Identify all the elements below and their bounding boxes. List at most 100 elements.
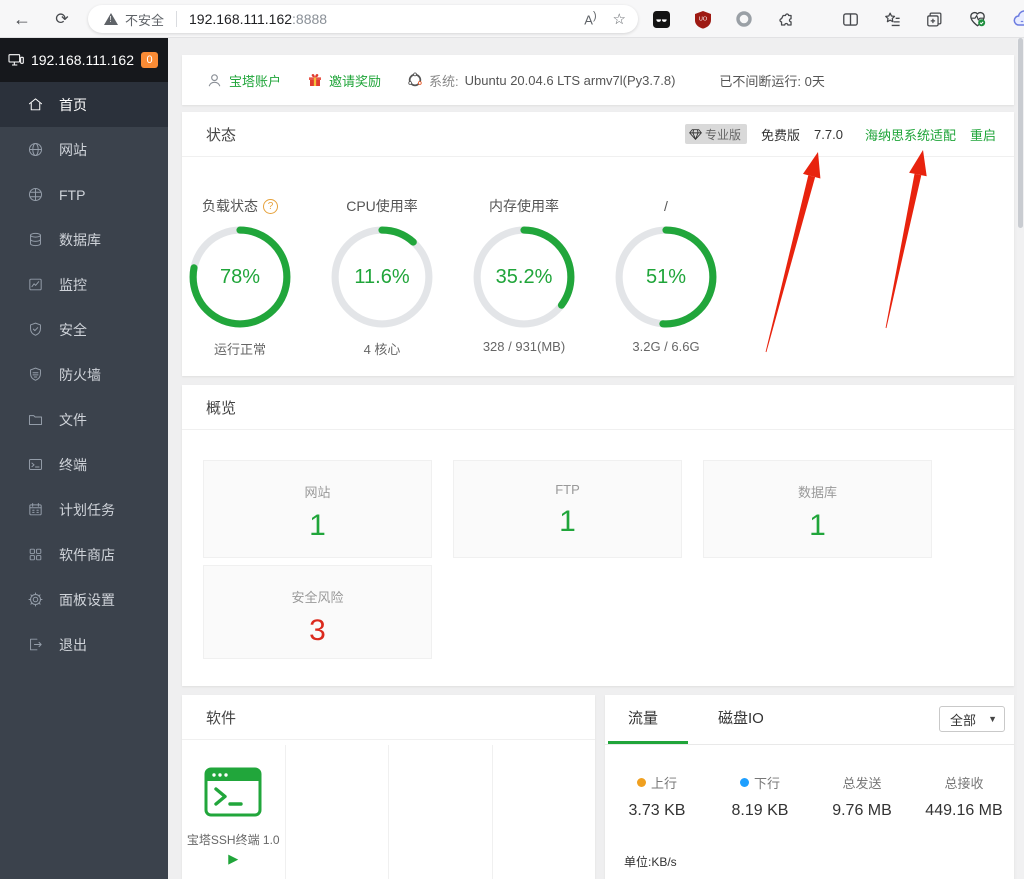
sidebar-item-website[interactable]: 网站 [0,127,168,172]
stat-total-received: 总接收 449.16 MB [914,773,1014,820]
server-ip: 192.168.111.162 [31,52,134,68]
scrollbar-track[interactable] [1017,38,1024,879]
database-icon [27,231,44,248]
restart-link[interactable]: 重启 [970,125,996,144]
software-cell-empty [493,745,596,879]
main-content: 宝塔账户 邀请奖励 系统: Ubuntu 20.04.6 LTS armv7l(… [168,38,1024,879]
card-ftp[interactable]: FTP 1 [453,460,682,558]
extensions-puzzle-icon[interactable] [776,10,795,29]
load-help-icon[interactable]: ? [263,199,278,214]
url-host[interactable]: 192.168.111.162:8888 [189,11,327,27]
read-aloud-icon[interactable]: A) [584,10,596,27]
server-monitor-icon [8,52,24,68]
stat-downstream: 下行 8.19 KB [710,773,810,820]
downstream-dot-icon [740,778,749,787]
favorite-star-icon[interactable]: ☆ [613,10,626,28]
extension-icons-row: UO [646,0,1024,38]
uptime-label: 已不间断运行: 0天 [719,71,824,90]
sidebar-item-security[interactable]: 安全 [0,307,168,352]
security-label[interactable]: 不安全 [125,10,164,29]
traffic-panel: 流量 磁盘IO 全部 ▼ 上行 3.73 KB 下行 8.19 KB 总发送 9… [605,695,1014,879]
ssh-terminal-icon[interactable] [204,767,262,817]
software-title: 软件 [206,707,236,728]
sidebar-item-files[interactable]: 文件 [0,397,168,442]
gear-icon [27,591,44,608]
globe-lines-icon [27,186,44,203]
folder-icon [27,411,44,428]
collections-add-icon[interactable] [925,10,944,29]
ublock-shield-icon[interactable]: UO [694,10,712,29]
address-bar[interactable]: ! 不安全 192.168.111.162:8888 A) ☆ [88,5,638,33]
scrollbar-thumb[interactable] [1018,38,1023,228]
tab-traffic[interactable]: 流量 [628,695,658,743]
gauge-load: 负载状态? 78% 运行正常 [170,196,310,358]
address-divider [176,11,177,27]
software-cell-empty [286,745,390,879]
account-info-bar: 宝塔账户 邀请奖励 系统: Ubuntu 20.04.6 LTS armv7l(… [182,55,1014,105]
refresh-button[interactable]: ⟳ [46,0,78,38]
grid-icon [27,546,44,563]
home-icon [27,96,44,113]
dark-reader-icon[interactable] [652,10,671,29]
upstream-dot-icon [637,778,646,787]
invite-reward-link[interactable]: 邀请奖励 [307,71,381,90]
play-icon[interactable]: ▶ [228,851,238,867]
sidebar-item-home[interactable]: 首页 [0,82,168,127]
cloud-icon[interactable] [1013,9,1024,29]
browser-essentials-icon[interactable] [967,9,988,29]
card-security-risk[interactable]: 安全风险 3 [203,565,432,659]
sidebar-item-terminal[interactable]: 终端 [0,442,168,487]
bt-account-link[interactable]: 宝塔账户 [206,71,281,90]
logout-icon [27,636,44,653]
overview-title: 概览 [206,397,236,418]
card-database[interactable]: 数据库 1 [703,460,932,558]
back-button[interactable]: ← [6,0,38,38]
url-port: :8888 [292,11,327,27]
favorites-list-icon[interactable] [883,10,902,29]
calendar-icon [27,501,44,518]
version-number: 7.7.0 [814,127,843,142]
sidebar: 192.168.111.162 0 首页 网站 FTP 数据库 监控 安全 防火… [0,38,168,879]
software-cell-ssh-terminal[interactable]: 宝塔SSH终端 1.0 ▶ [182,745,286,879]
sidebar-item-database[interactable]: 数据库 [0,217,168,262]
system-info: 系统: Ubuntu 20.04.6 LTS armv7l(Py3.7.8) [407,71,675,90]
shield-check-icon [27,321,44,338]
sidebar-item-cron[interactable]: 计划任务 [0,487,168,532]
hainas-adapt-link[interactable]: 海纳思系统适配 [865,125,956,144]
split-screen-icon[interactable] [841,10,860,29]
gauge-disk-root: / 51% 3.2G / 6.6G [596,196,736,354]
software-name[interactable]: 宝塔SSH终端 1.0 [187,831,280,848]
edition-label: 免费版 [761,125,800,144]
svg-text:UO: UO [699,16,708,22]
server-ip-header[interactable]: 192.168.111.162 0 [0,38,168,82]
gauge-cpu: CPU使用率 11.6% 4 核心 [312,196,452,358]
traffic-filter-select[interactable]: 全部 ▼ [939,706,1005,732]
user-icon [206,72,223,89]
loop-ring-icon[interactable] [735,10,753,28]
pro-version-badge[interactable]: 专业版 [685,124,747,144]
sidebar-item-monitor[interactable]: 监控 [0,262,168,307]
stat-total-sent: 总发送 9.76 MB [812,773,912,820]
status-title: 状态 [206,124,236,145]
tab-disk-io[interactable]: 磁盘IO [718,695,764,743]
sidebar-item-logout[interactable]: 退出 [0,622,168,667]
software-panel: 软件 宝塔SSH终端 1.0 ▶ [182,695,595,879]
sidebar-item-settings[interactable]: 面板设置 [0,577,168,622]
sidebar-item-appstore[interactable]: 软件商店 [0,532,168,577]
ubuntu-icon [407,72,423,88]
status-panel: 状态 专业版 免费版 7.7.0 海纳思系统适配 重启 负载状态? 78% [182,112,1014,376]
software-cell-empty [389,745,493,879]
sidebar-item-ftp[interactable]: FTP [0,172,168,217]
notification-badge[interactable]: 0 [141,52,158,68]
chevron-down-icon: ▼ [988,714,997,724]
globe-icon [27,141,44,158]
insecure-warning-icon: ! [104,13,118,25]
monitor-chart-icon [27,276,44,293]
terminal-icon [27,456,44,473]
card-website[interactable]: 网站 1 [203,460,432,558]
sidebar-item-firewall[interactable]: 防火墙 [0,352,168,397]
diamond-icon [689,129,702,140]
gift-icon [307,72,323,88]
shield-waf-icon [27,366,44,383]
stat-upstream: 上行 3.73 KB [607,773,707,820]
